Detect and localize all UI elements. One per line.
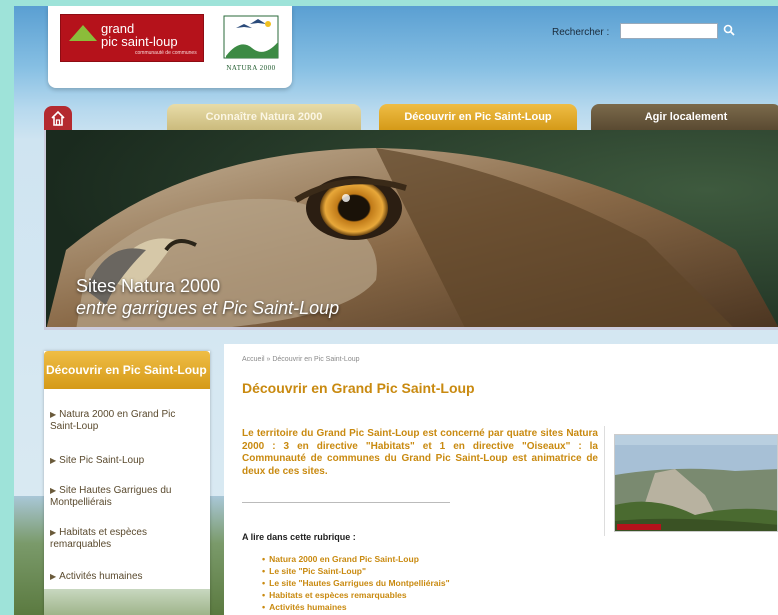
logo-line2: pic saint-loup	[101, 34, 178, 49]
banner-subtitle: entre garrigues et Pic Saint-Loup	[76, 298, 340, 318]
banner-title: Sites Natura 2000	[76, 276, 221, 296]
triangle-right-icon: ▶	[50, 486, 57, 495]
intro-paragraph: Le territoire du Grand Pic Saint-Loup es…	[242, 428, 598, 477]
mountain-icon	[69, 25, 97, 41]
search-icon[interactable]	[722, 23, 736, 37]
rubrique-link-natura-2000[interactable]: Natura 2000 en Grand Pic Saint-Loup	[262, 553, 450, 565]
sidebar-item-activites[interactable]: ▶ Activités humaines	[44, 571, 210, 583]
sidebar-item-site-pic-saint-loup[interactable]: ▶ Site Pic Saint-Loup	[44, 455, 210, 467]
natura-2000-logo[interactable]: NATURA 2000	[220, 12, 282, 72]
sidebar-item-habitats[interactable]: ▶ Habitats et espèces remarquables	[44, 527, 210, 551]
rubrique-link-habitats[interactable]: Habitats et espèces remarquables	[262, 589, 450, 601]
search-input[interactable]	[620, 23, 718, 39]
rubrique-link-pic-saint-loup[interactable]: Le site "Pic Saint-Loup"	[262, 565, 450, 577]
sidebar-item-label: Activités humaines	[59, 571, 143, 582]
natura-birds-icon	[223, 15, 279, 59]
natura-label: NATURA 2000	[226, 64, 276, 72]
search-label: Rechercher :	[552, 27, 610, 38]
landscape-decoration-middle	[210, 496, 224, 615]
sidebar-header: Découvrir en Pic Saint-Loup	[44, 351, 210, 389]
page-frame: grand pic saint-loup communauté de commu…	[14, 6, 778, 615]
sidebar-item-label: Natura 2000 en Grand Pic Saint-Loup	[50, 409, 176, 432]
column-divider	[604, 426, 605, 536]
triangle-right-icon: ▶	[50, 528, 57, 537]
sidebar: Découvrir en Pic Saint-Loup ▶ Natura 2000…	[44, 351, 210, 615]
breadcrumb[interactable]: Accueil » Découvrir en Pic Saint-Loup	[242, 356, 360, 363]
tab-decouvrir[interactable]: Découvrir en Pic Saint-Loup	[379, 104, 577, 130]
landscape-decoration-left	[14, 496, 44, 615]
home-tab[interactable]	[44, 106, 72, 130]
page-title: Découvrir en Grand Pic Saint-Loup	[242, 380, 475, 396]
triangle-right-icon: ▶	[50, 572, 57, 581]
sidebar-item-label: Habitats et espèces remarquables	[50, 527, 147, 550]
tab-agir[interactable]: Agir localement	[591, 104, 778, 130]
sidebar-item-natura-2000[interactable]: ▶ Natura 2000 en Grand Pic Saint-Loup	[44, 409, 210, 433]
logo-tagline: communauté de communes	[135, 50, 197, 56]
rubrique-link-activites[interactable]: Activités humaines	[262, 601, 450, 613]
photo-logo-tag	[617, 524, 661, 530]
photo-caption	[615, 523, 777, 531]
grand-pic-saint-loup-logo[interactable]: grand pic saint-loup communauté de commu…	[60, 14, 204, 62]
rubrique-link-hautes-garrigues[interactable]: Le site "Hautes Garrigues du Montpelliér…	[262, 577, 449, 589]
landscape-photo[interactable]	[614, 434, 778, 532]
pic-saint-loup-photo-image	[615, 435, 777, 531]
triangle-right-icon: ▶	[50, 456, 57, 465]
rubrique-heading: A lire dans cette rubrique :	[242, 532, 356, 542]
hero-banner: Sites Natura 2000 entre garrigues et Pic…	[44, 130, 778, 330]
sidebar-footer-decoration	[44, 589, 210, 615]
home-icon	[51, 110, 65, 126]
sidebar-item-site-hautes-garrigues[interactable]: ▶ Site Hautes Garrigues du Montpelliérais	[44, 485, 210, 509]
tab-connaitre-natura[interactable]: Connaître Natura 2000	[167, 104, 361, 130]
section-divider	[242, 502, 450, 503]
rubrique-list: Natura 2000 en Grand Pic Saint-Loup Le s…	[262, 553, 450, 613]
triangle-right-icon: ▶	[50, 410, 57, 419]
header-logo-panel: grand pic saint-loup communauté de commu…	[48, 6, 292, 88]
sidebar-item-label: Site Pic Saint-Loup	[59, 455, 145, 466]
sidebar-item-label: Site Hautes Garrigues du Montpelliérais	[50, 485, 172, 508]
main-content: Accueil » Découvrir en Pic Saint-Loup Dé…	[224, 344, 778, 615]
